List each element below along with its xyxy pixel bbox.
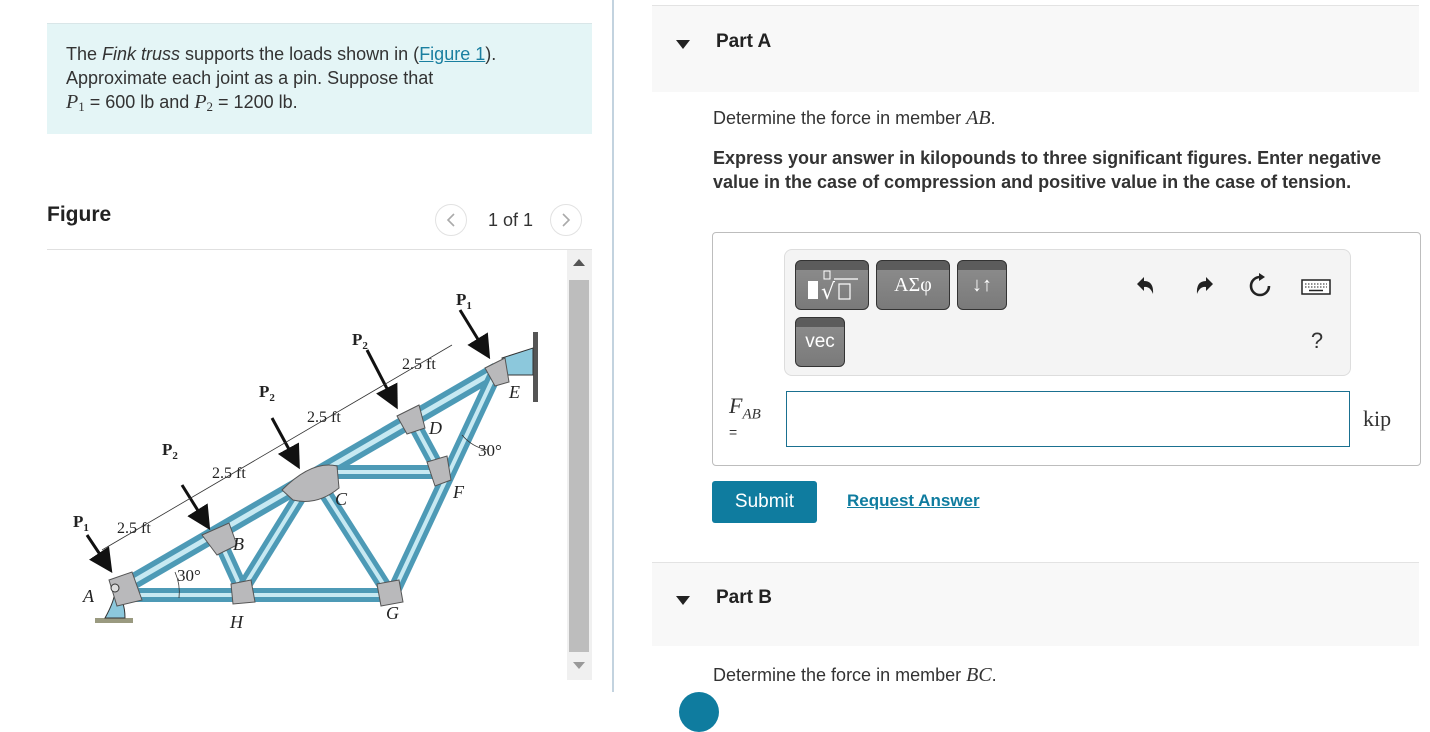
part-a-instructions: Express your answer in kilopounds to thr… (713, 148, 1382, 192)
chevron-left-icon (446, 213, 455, 227)
redo-icon (1196, 277, 1213, 294)
part-b-title: Part B (716, 587, 772, 608)
gusset-h (230, 579, 256, 605)
p2-value: = 1200 lb. (213, 92, 298, 112)
truss-diagram: P1 P2 P2 P2 P1 2.5 ft 2.5 ft 2.5 ft 2.5 … (73, 290, 538, 632)
load-arrow-p1-left (85, 534, 113, 573)
label-p1-right: P1 (456, 290, 472, 312)
chevron-right-icon (562, 213, 571, 227)
part-b-question: Determine the force in member BC. (713, 664, 997, 686)
gusset-f (426, 455, 452, 487)
angle-label-a: 30° (177, 566, 201, 585)
joint-h: H (229, 612, 244, 632)
help-badge-icon[interactable] (679, 692, 719, 732)
problem-text: The (66, 44, 103, 64)
problem-text: supports the loads shown in ( (180, 44, 420, 64)
pin-a (110, 583, 120, 593)
vector-button[interactable]: vec (795, 317, 845, 367)
submit-button[interactable]: Submit (712, 481, 817, 523)
templates-button[interactable]: √ (795, 260, 869, 310)
reset-button[interactable] (1245, 272, 1275, 300)
answer-label: FAB (729, 393, 761, 423)
scroll-up-arrow[interactable] (573, 259, 585, 266)
joint-f: F (452, 482, 465, 502)
load-arrow-p2-2 (270, 417, 300, 470)
templates-root-icon: √ (808, 270, 858, 303)
prev-figure-button[interactable] (435, 204, 467, 236)
label-p1-left: P1 (73, 512, 89, 534)
figure-link[interactable]: Figure 1 (419, 44, 485, 64)
label-p2-3: P2 (352, 330, 368, 352)
p1-value: = 600 lb (84, 92, 155, 112)
truss-name: Fink truss (102, 44, 181, 64)
dim-label-3: 2.5 ft (307, 409, 341, 426)
arrows-button[interactable]: ↓↑ (957, 260, 1007, 310)
scroll-down-arrow[interactable] (573, 662, 585, 669)
joint-c: C (335, 489, 348, 509)
greek-symbols-button[interactable]: ΑΣφ (876, 260, 950, 310)
label-p2-2: P2 (259, 382, 275, 404)
p1-symbol: P1 (66, 91, 85, 114)
figure-pagination: 1 of 1 (435, 203, 583, 237)
redo-button[interactable] (1189, 274, 1219, 298)
keyboard-icon (1301, 279, 1331, 295)
figure-counter: 1 of 1 (488, 209, 534, 230)
math-toolbar: √ ΑΣφ ↓↑ vec ? (784, 249, 1351, 376)
undo-icon (1137, 277, 1154, 294)
scroll-thumb[interactable] (569, 280, 589, 652)
panel-divider (612, 0, 614, 692)
undo-button[interactable] (1131, 274, 1161, 298)
part-a-title: Part A (716, 31, 772, 52)
next-figure-button[interactable] (550, 204, 583, 236)
angle-label-e: 30° (478, 441, 502, 460)
load-arrow-p2-3 (365, 349, 398, 410)
joint-g: G (386, 603, 399, 623)
part-a-question: Determine the force in member AB. (713, 107, 996, 129)
request-answer-link[interactable]: Request Answer (847, 491, 980, 511)
dim-label-2: 2.5 ft (212, 465, 246, 482)
load-arrow-p1-right (458, 309, 491, 360)
caret-down-icon (676, 40, 690, 49)
reset-icon (1249, 273, 1271, 297)
svg-text:√: √ (821, 280, 836, 303)
joint-e: E (508, 382, 520, 402)
part-a-header[interactable]: Part A (652, 5, 1419, 92)
problem-statement: The Fink truss supports the loads shown … (47, 23, 592, 134)
joint-b: B (233, 534, 244, 554)
figure-scrollbar[interactable] (567, 250, 592, 680)
dim-label-1: 2.5 ft (117, 520, 151, 537)
keyboard-button[interactable] (1299, 276, 1333, 298)
p2-symbol: P2 (194, 91, 214, 114)
problem-text: ). (485, 44, 497, 64)
help-button[interactable]: ? (1305, 328, 1329, 354)
figure-title: Figure (47, 203, 112, 226)
problem-panel: The Fink truss supports the loads shown … (0, 0, 612, 705)
answer-equals: = (729, 424, 738, 440)
label-p2-1: P2 (162, 440, 178, 462)
answer-unit: kip (1363, 406, 1392, 431)
wall-support-e (533, 332, 538, 402)
joint-d: D (428, 418, 442, 438)
truss-figure: P1 P2 P2 P2 P1 2.5 ft 2.5 ft 2.5 ft 2.5 … (47, 250, 567, 690)
joint-a: A (82, 586, 95, 606)
answer-input[interactable] (786, 391, 1350, 447)
caret-down-icon (676, 596, 690, 605)
problem-text: Approximate each joint as a pin. Suppose… (66, 68, 434, 88)
problem-text: and (154, 92, 195, 112)
ground (95, 618, 133, 623)
part-b-header[interactable]: Part B (652, 562, 1419, 646)
